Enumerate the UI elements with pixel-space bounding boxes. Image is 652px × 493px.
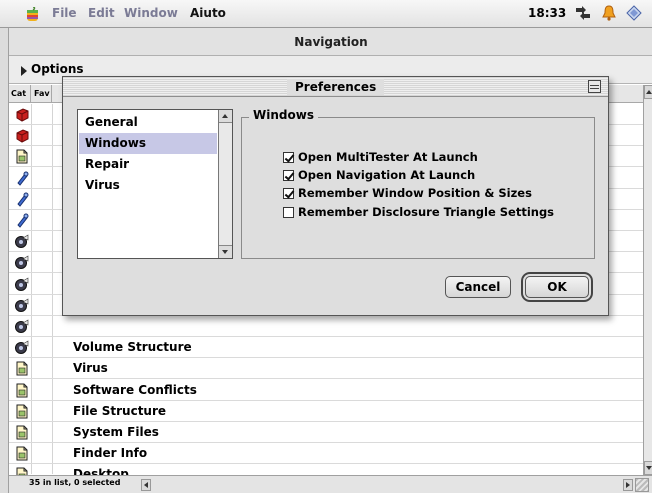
checkbox-icon[interactable]	[283, 188, 294, 199]
list-item-label[interactable]: File Structure	[73, 404, 166, 418]
list-item[interactable]: System Files	[9, 422, 643, 443]
apple-menu-icon[interactable]	[26, 7, 39, 22]
category-repair[interactable]: Repair	[79, 154, 217, 175]
list-item[interactable]: Volume Structure	[9, 337, 643, 359]
vertical-scrollbar[interactable]	[643, 85, 652, 475]
cancel-button[interactable]: Cancel	[445, 276, 511, 298]
status-bar: 35 in list, 0 selected	[9, 475, 652, 493]
list-item[interactable]: Virus	[9, 358, 643, 380]
disk-icon[interactable]	[15, 340, 29, 355]
preferences-dialog: Preferences General Windows Repair Virus…	[62, 76, 609, 316]
dialog-title: Preferences	[287, 79, 385, 95]
red-cube-icon[interactable]	[15, 107, 29, 122]
list-item[interactable]: Finder Info	[9, 443, 643, 465]
category-list[interactable]: General Windows Repair Virus	[77, 109, 233, 259]
list-item[interactable]: File Structure	[9, 401, 643, 422]
application-menu-icon[interactable]	[626, 5, 642, 21]
document-icon[interactable]	[15, 361, 29, 376]
disk-icon[interactable]	[15, 319, 29, 334]
windowshade-icon[interactable]	[588, 80, 601, 93]
disk-icon[interactable]	[15, 298, 29, 313]
clock: 18:33	[528, 6, 567, 20]
blue-tool-icon[interactable]	[15, 213, 29, 228]
column-fav[interactable]: Fav	[32, 85, 52, 103]
list-item-label[interactable]: Finder Info	[73, 446, 147, 460]
scroll-down-arrow-icon[interactable]	[644, 461, 652, 475]
menu-aiuto[interactable]: Aiuto	[190, 6, 226, 20]
checkbox-label[interactable]: Open MultiTester At Launch	[298, 150, 478, 164]
resize-grip-icon[interactable]	[635, 478, 649, 492]
category-general[interactable]: General	[79, 112, 217, 133]
scroll-up-arrow-icon[interactable]	[219, 110, 232, 123]
category-windows[interactable]: Windows	[79, 133, 217, 154]
list-item-label[interactable]: Volume Structure	[73, 340, 192, 354]
menu-bar: File Edit Window Aiuto 18:33	[0, 0, 652, 28]
alarm-bell-icon[interactable]	[602, 5, 616, 21]
group-label: Windows	[249, 108, 318, 122]
list-item-label[interactable]: Software Conflicts	[73, 383, 197, 397]
disclosure-triangle-icon[interactable]	[21, 66, 27, 76]
list-item-label[interactable]: Virus	[73, 361, 108, 375]
ok-button[interactable]: OK	[525, 276, 589, 298]
red-cube-icon[interactable]	[15, 128, 29, 143]
document-icon[interactable]	[15, 149, 29, 164]
disk-icon[interactable]	[15, 277, 29, 292]
disk-icon[interactable]	[15, 255, 29, 270]
category-virus[interactable]: Virus	[79, 175, 217, 196]
dialog-title-bar[interactable]: Preferences	[63, 77, 608, 97]
checkbox-label[interactable]: Remember Disclosure Triangle Settings	[298, 205, 554, 219]
list-item[interactable]	[9, 316, 643, 337]
list-item[interactable]: Software Conflicts	[9, 380, 643, 401]
options-label[interactable]: Options	[31, 62, 84, 76]
document-icon[interactable]	[15, 383, 29, 398]
list-status: 35 in list, 0 selected	[29, 478, 121, 487]
document-icon[interactable]	[15, 404, 29, 419]
column-cat[interactable]: Cat	[9, 85, 31, 103]
menu-file[interactable]: File	[52, 6, 77, 20]
checkbox-icon[interactable]	[283, 207, 294, 218]
menu-edit[interactable]: Edit	[88, 6, 115, 20]
checkbox-label[interactable]: Open Navigation At Launch	[298, 168, 475, 182]
disk-icon[interactable]	[15, 234, 29, 249]
checkbox-label[interactable]: Remember Window Position & Sizes	[298, 186, 532, 200]
window-title[interactable]: Navigation	[9, 28, 652, 56]
scroll-down-arrow-icon[interactable]	[219, 245, 232, 258]
checkbox-icon[interactable]	[283, 170, 294, 181]
menu-window[interactable]: Window	[124, 6, 178, 20]
list-item-label[interactable]: System Files	[73, 425, 159, 439]
document-icon[interactable]	[15, 425, 29, 440]
checkbox-icon[interactable]	[283, 152, 294, 163]
scroll-right-arrow-icon[interactable]	[623, 479, 633, 491]
document-icon[interactable]	[15, 446, 29, 461]
category-list-scrollbar[interactable]	[218, 110, 232, 258]
file-sharing-icon[interactable]	[574, 5, 592, 21]
scroll-left-arrow-icon[interactable]	[141, 479, 151, 491]
blue-tool-icon[interactable]	[15, 192, 29, 207]
blue-tool-icon[interactable]	[15, 171, 29, 186]
scroll-up-arrow-icon[interactable]	[644, 85, 652, 99]
